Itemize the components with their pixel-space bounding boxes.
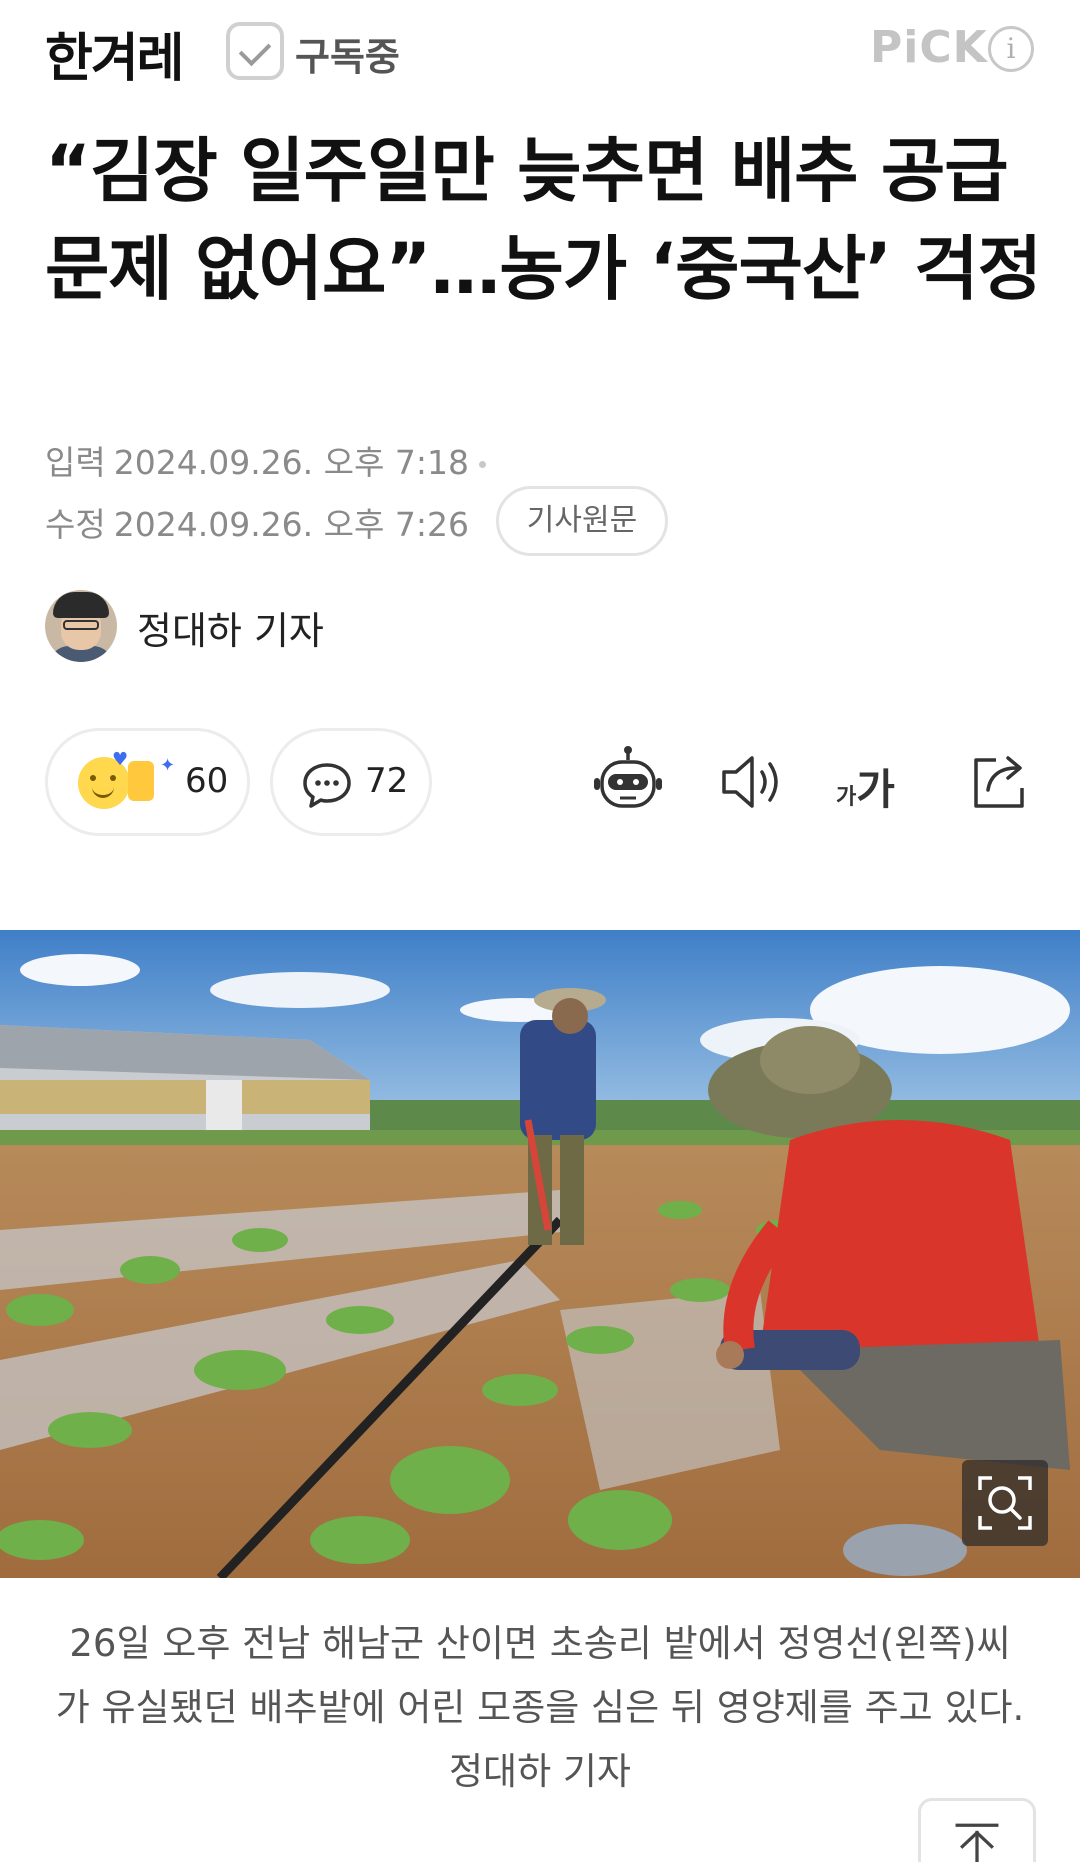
- original-article-button[interactable]: 기사원문: [496, 486, 668, 556]
- published-date: 입력 2024.09.26. 오후 7:18: [45, 436, 486, 484]
- article-title: “김장 일주일만 늦추면 배추 공급 문제 없어요”…농가 ‘중국산’ 걱정: [45, 130, 1042, 310]
- speaker-icon[interactable]: [716, 744, 792, 820]
- heart-icon: ♥: [112, 749, 129, 770]
- subscribe-label[interactable]: 구독중: [295, 26, 400, 81]
- font-size-small-label: 가: [836, 785, 857, 810]
- published-value: 2024.09.26. 오후 7:18: [113, 443, 469, 482]
- modified-date: 수정 2024.09.26. 오후 7:26: [45, 498, 469, 546]
- font-size-big-label: 가: [856, 765, 895, 814]
- robot-icon[interactable]: [590, 744, 666, 820]
- comment-button[interactable]: 72: [270, 728, 432, 836]
- zoom-search-icon[interactable]: [962, 1460, 1048, 1546]
- published-label: 입력: [45, 443, 106, 482]
- comment-bubble-icon: [303, 763, 351, 808]
- modified-label: 수정: [45, 505, 106, 544]
- reaction-count: 60: [185, 761, 229, 801]
- thumbs-up-icon: [128, 761, 154, 801]
- reaction-button[interactable]: ♥ ✦ 60: [45, 728, 250, 836]
- author-avatar[interactable]: [45, 590, 117, 662]
- arrow-up-icon[interactable]: [918, 1798, 1036, 1862]
- modified-value: 2024.09.26. 오후 7:26: [113, 505, 469, 544]
- author-name[interactable]: 정대하 기자: [137, 600, 324, 655]
- article-photo[interactable]: [0, 930, 1080, 1578]
- comment-count: 72: [365, 761, 409, 801]
- press-logo[interactable]: 한겨레: [45, 16, 185, 91]
- pick-label: PiCK: [870, 22, 988, 73]
- font-size-button[interactable]: 가가: [836, 756, 916, 832]
- separator-dot: [478, 461, 486, 468]
- share-icon[interactable]: [962, 744, 1038, 820]
- subscribe-check-icon[interactable]: [226, 22, 284, 80]
- top-header: 한겨레 구독중 PiCK i: [0, 0, 1080, 100]
- photo-caption: 26일 오후 전남 해남군 산이면 초송리 밭에서 정영선(왼쪽)씨가 유실됐던…: [55, 1622, 1025, 1793]
- info-icon[interactable]: i: [988, 26, 1034, 72]
- sparkle-icon: ✦: [160, 755, 176, 776]
